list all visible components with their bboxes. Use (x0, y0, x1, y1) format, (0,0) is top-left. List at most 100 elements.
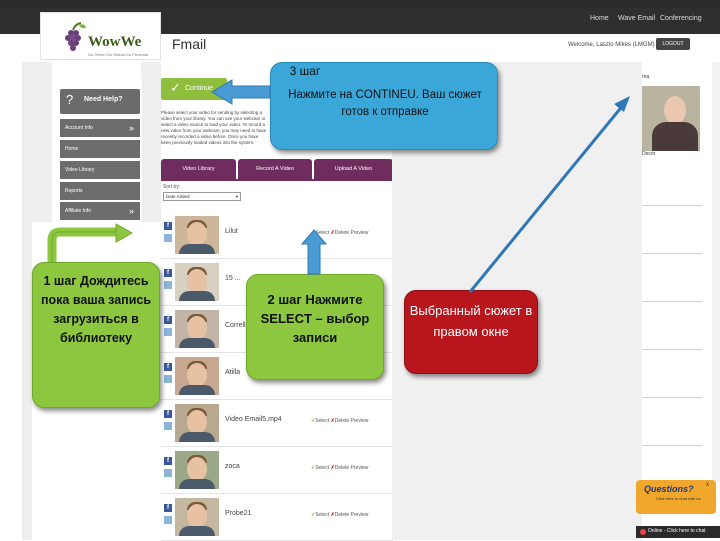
twitter-icon[interactable] (164, 328, 172, 336)
video-name: Video Email5.mp4 (225, 416, 282, 423)
video-row[interactable]: f Video Email5.mp4 ✓Select ✗Delete Preview (161, 400, 393, 447)
sort-value: Date Added (166, 194, 190, 199)
step2-text: 2 шаг Нажмите SELECT – выбор записи (260, 292, 370, 345)
video-thumbnail[interactable] (175, 263, 219, 301)
question-mark-icon: ? (66, 92, 74, 107)
facebook-icon[interactable]: f (164, 504, 172, 512)
facebook-icon[interactable]: f (164, 222, 172, 230)
video-thumbnail[interactable] (175, 216, 219, 254)
facebook-icon[interactable]: f (164, 269, 172, 277)
empty-slot (642, 350, 702, 398)
delete-link[interactable]: Delete (335, 512, 349, 518)
step1-text: 1 шаг Дождитесь пока ваша запись загрузи… (40, 274, 152, 345)
empty-slot (642, 206, 702, 254)
status-dot-icon (640, 529, 646, 535)
twitter-icon[interactable] (164, 516, 172, 524)
preview-link[interactable]: Preview (351, 230, 369, 236)
empty-slot (642, 398, 702, 446)
facebook-icon[interactable]: f (164, 316, 172, 324)
video-actions: ✓Select ✗Delete Preview (311, 418, 368, 424)
checkmark-icon: ✓ (170, 80, 181, 95)
lower-gutter (22, 222, 32, 540)
chevron-right-icon: » (128, 123, 134, 133)
empty-slot (642, 302, 702, 350)
step3-title: 3 шаг (289, 64, 321, 78)
video-row[interactable]: f zoca ✓Select ✗Delete Preview (161, 447, 393, 494)
twitter-icon[interactable] (164, 375, 172, 383)
sidebar-item-affiliate-info[interactable]: Affiliate Info » (60, 202, 140, 220)
preview-link[interactable]: Preview (351, 465, 369, 471)
video-row[interactable]: f Probe21 ✓Select ✗Delete Preview (161, 494, 393, 541)
chevron-down-icon: ▾ (235, 194, 238, 199)
step3-text: Нажмите на CONTINEU. Ваш сюжет готов к о… (288, 89, 482, 118)
logout-label: LOGOUT (662, 41, 684, 47)
video-thumbnail[interactable] (175, 404, 219, 442)
twitter-icon[interactable] (164, 281, 172, 289)
video-name: zoca (225, 463, 240, 470)
chat-bar-text: Online - Click here to chat (648, 528, 706, 534)
empty-slot (642, 254, 702, 302)
sidebar-divider (141, 62, 161, 222)
twitter-icon[interactable] (164, 469, 172, 477)
preview-link[interactable]: Preview (351, 512, 369, 518)
sidebar-item-label: Video Library (65, 167, 95, 173)
delete-link[interactable]: Delete (335, 465, 349, 471)
facebook-icon[interactable]: f (164, 410, 172, 418)
preview-link[interactable]: Preview (351, 418, 369, 424)
questions-sublabel: Click here to chat with us (656, 496, 701, 501)
tab-record-video[interactable]: Record A Video (238, 159, 312, 179)
sidebar-item-account-info[interactable]: Account Info » (60, 119, 140, 137)
sidebar-item-label: Reports (65, 188, 83, 194)
video-name: Correll (225, 322, 246, 329)
sidebar-item-home[interactable]: Home (60, 140, 140, 158)
selected-video-label: Decor (642, 151, 656, 157)
nav-conferencing-link[interactable]: Conferencing (660, 15, 702, 22)
nav-wave-email-link[interactable]: Wave Email (618, 15, 655, 22)
video-name: Atilla (225, 369, 241, 376)
left-gutter (22, 62, 52, 222)
scrollbar[interactable] (712, 62, 720, 482)
tab-upload-video[interactable]: Upload A Video (314, 159, 393, 179)
sort-select[interactable]: Date Added ▾ (163, 192, 241, 201)
video-actions: ✓Select ✗Delete Preview (311, 230, 368, 236)
twitter-icon[interactable] (164, 422, 172, 430)
tab-video-library[interactable]: Video Library (161, 159, 236, 179)
video-thumbnail[interactable] (175, 498, 219, 536)
tab-underline (161, 179, 393, 181)
select-link[interactable]: Select (315, 418, 329, 424)
video-row[interactable]: f Lilut ✓Select ✗Delete Preview (161, 212, 393, 259)
need-help-label: Need Help? (84, 96, 123, 103)
facebook-icon[interactable]: f (164, 363, 172, 371)
selected-video-header: rna (642, 74, 650, 80)
instructions-text: Please select your video for sending by … (161, 110, 267, 145)
sidebar-item-video-library[interactable]: Video Library (60, 161, 140, 179)
facebook-icon[interactable]: f (164, 457, 172, 465)
video-thumbnail[interactable] (175, 357, 219, 395)
select-link[interactable]: Select (315, 512, 329, 518)
video-actions: ✓Select ✗Delete Preview (311, 465, 368, 471)
delete-link[interactable]: Delete (335, 230, 349, 236)
sidebar-item-label: Account Info (65, 125, 93, 131)
video-actions: ✓Select ✗Delete Preview (311, 512, 368, 518)
sidebar-item-reports[interactable]: Reports (60, 182, 140, 200)
logout-button[interactable]: LOGOUT (656, 38, 690, 50)
twitter-icon[interactable] (164, 234, 172, 242)
selected-video-thumbnail[interactable] (642, 86, 700, 151)
nav-home-link[interactable]: Home (590, 15, 609, 22)
top-strip (0, 0, 720, 8)
empty-slot (642, 158, 702, 206)
video-thumbnail[interactable] (175, 451, 219, 489)
chevron-right-icon: » (128, 206, 134, 216)
arrow-step1-bent-icon (47, 223, 134, 262)
welcome-text: Welcome, Laszlo Mikes (LMGM) (568, 42, 655, 48)
video-thumbnail[interactable] (175, 310, 219, 348)
select-link[interactable]: Select (315, 230, 329, 236)
close-icon[interactable]: x (706, 482, 709, 488)
select-link[interactable]: Select (315, 465, 329, 471)
page-margin (0, 34, 22, 540)
delete-link[interactable]: Delete (335, 418, 349, 424)
video-name: Lilut (225, 228, 238, 235)
questions-label: Questions? (644, 484, 694, 494)
sort-label: Sort by: (163, 184, 181, 190)
selected-text: Выбранный сюжет в правом окне (409, 303, 533, 339)
